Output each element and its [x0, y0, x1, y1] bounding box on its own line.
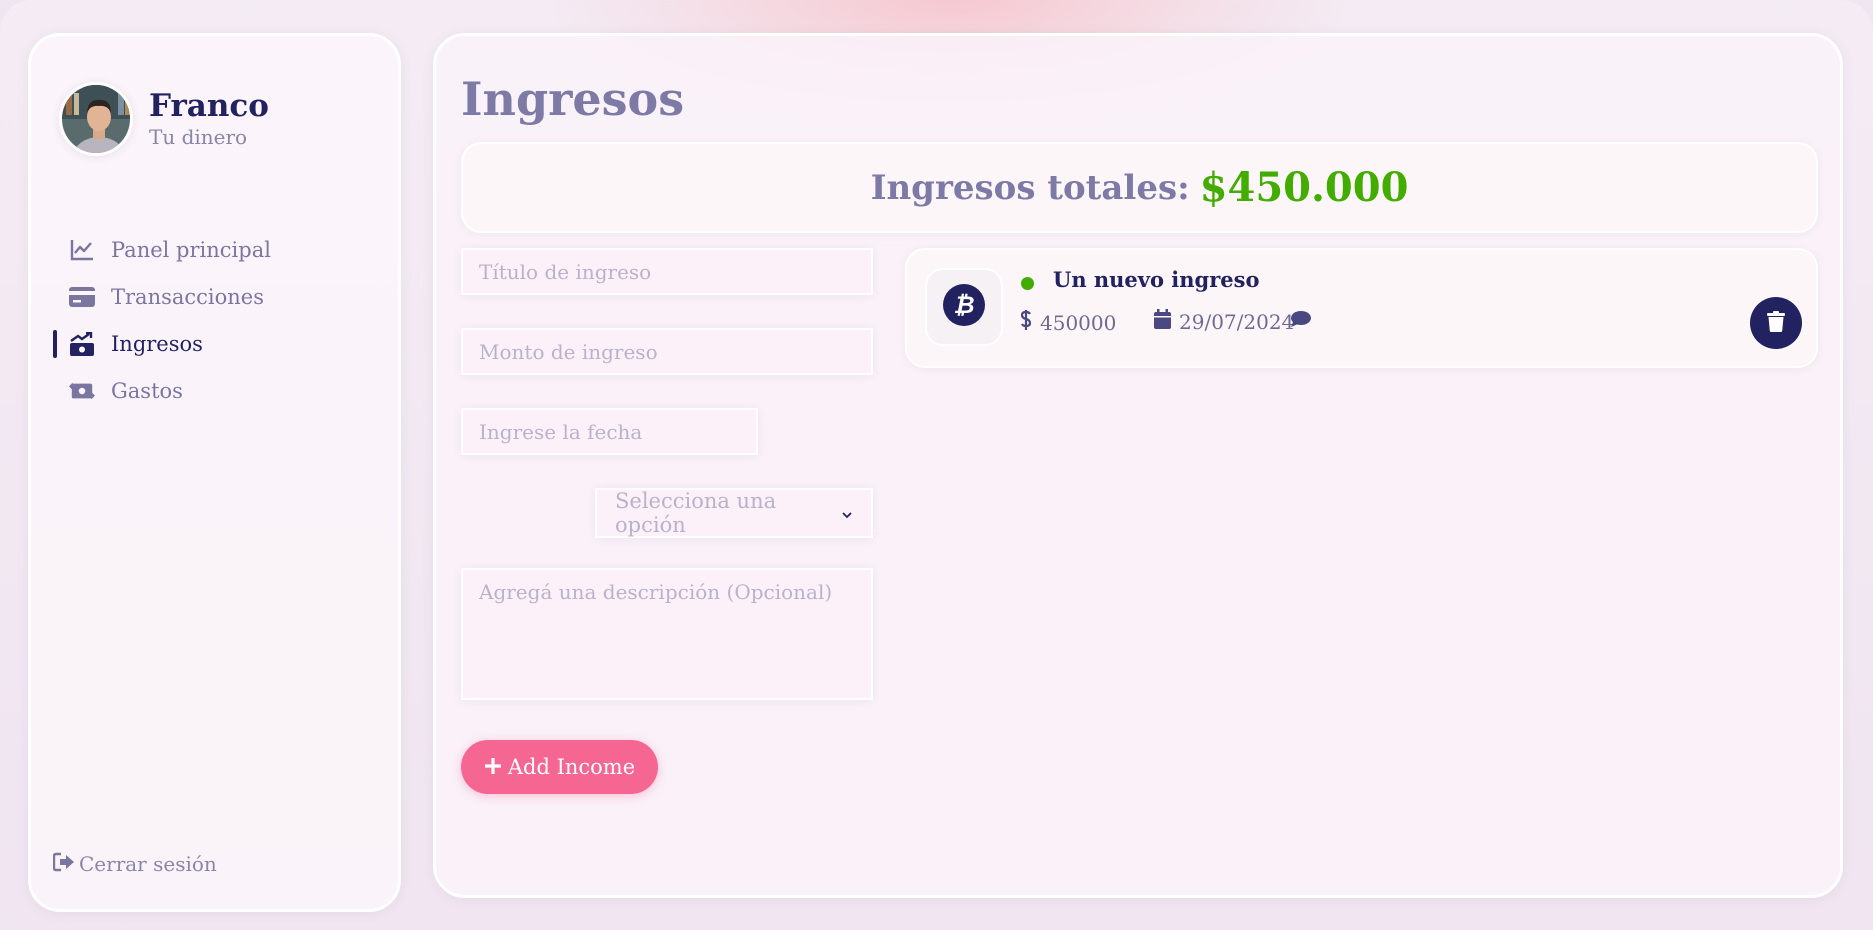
avatar [59, 82, 133, 156]
total-income-box: Ingresos totales: $450.000 [461, 142, 1818, 233]
avatar-photo [62, 85, 130, 153]
sign-out-icon [52, 852, 75, 876]
income-item-date: 29/07/2024 [1154, 309, 1294, 334]
income-item-title: Un nuevo ingreso [1053, 267, 1260, 292]
dollar-icon [1020, 309, 1032, 336]
sidebar-item-ingresos[interactable]: Ingresos [53, 320, 271, 367]
category-select[interactable]: Selecciona una opción [595, 488, 873, 538]
sidebar-item-label: Ingresos [111, 331, 203, 356]
svg-text:₿: ₿ [953, 291, 974, 319]
money-bill-trend-up-icon [69, 331, 95, 357]
sidebar-item-panel-principal[interactable]: Panel principal [53, 226, 271, 273]
income-item: ₿ Un nuevo ingreso 450000 29/07/2024 [905, 248, 1818, 368]
chevron-down-icon [841, 504, 853, 523]
income-item-comment [1290, 309, 1312, 333]
user-profile: Franco Tu dinero [59, 82, 269, 156]
status-dot [1021, 277, 1034, 290]
line-chart-icon [69, 237, 95, 263]
add-income-label: Add Income [507, 755, 636, 779]
user-name: Franco [149, 88, 269, 124]
credit-card-icon [69, 284, 95, 310]
page-title: Ingresos [461, 72, 685, 126]
trash-icon [1767, 311, 1785, 335]
sidebar-item-label: Panel principal [111, 237, 271, 262]
signout-button[interactable]: Cerrar sesión [52, 852, 217, 876]
sidebar-item-label: Gastos [111, 378, 183, 403]
bitcoin-icon: ₿ [943, 284, 985, 330]
income-amount-input[interactable] [461, 328, 873, 375]
money-bill-transfer-icon [69, 378, 95, 404]
income-item-amount: 450000 [1020, 309, 1116, 336]
sidebar-item-transacciones[interactable]: Transacciones [53, 273, 271, 320]
income-category-icon-box: ₿ [925, 268, 1003, 346]
delete-income-button[interactable] [1750, 297, 1802, 349]
main-panel: Ingresos Ingresos totales: $450.000 Sele… [433, 33, 1843, 898]
calendar-icon [1154, 309, 1171, 334]
sidebar: Franco Tu dinero Panel principal Transac… [28, 33, 401, 912]
sidebar-item-gastos[interactable]: Gastos [53, 367, 271, 414]
sidebar-item-label: Transacciones [111, 284, 264, 309]
income-description-textarea[interactable] [461, 568, 873, 700]
add-income-button[interactable]: Add Income [461, 740, 658, 794]
category-select-value: Selecciona una opción [615, 489, 777, 537]
plus-icon [484, 757, 502, 778]
income-date-input[interactable] [461, 408, 758, 455]
income-title-input[interactable] [461, 248, 873, 295]
user-subtitle: Tu dinero [149, 125, 248, 149]
sidebar-nav: Panel principal Transacciones Ingresos G… [53, 226, 271, 414]
signout-label: Cerrar sesión [79, 852, 217, 876]
comment-icon [1290, 309, 1312, 333]
total-income-label: Ingresos totales: [870, 167, 1190, 208]
total-income-value: $450.000 [1199, 164, 1409, 211]
